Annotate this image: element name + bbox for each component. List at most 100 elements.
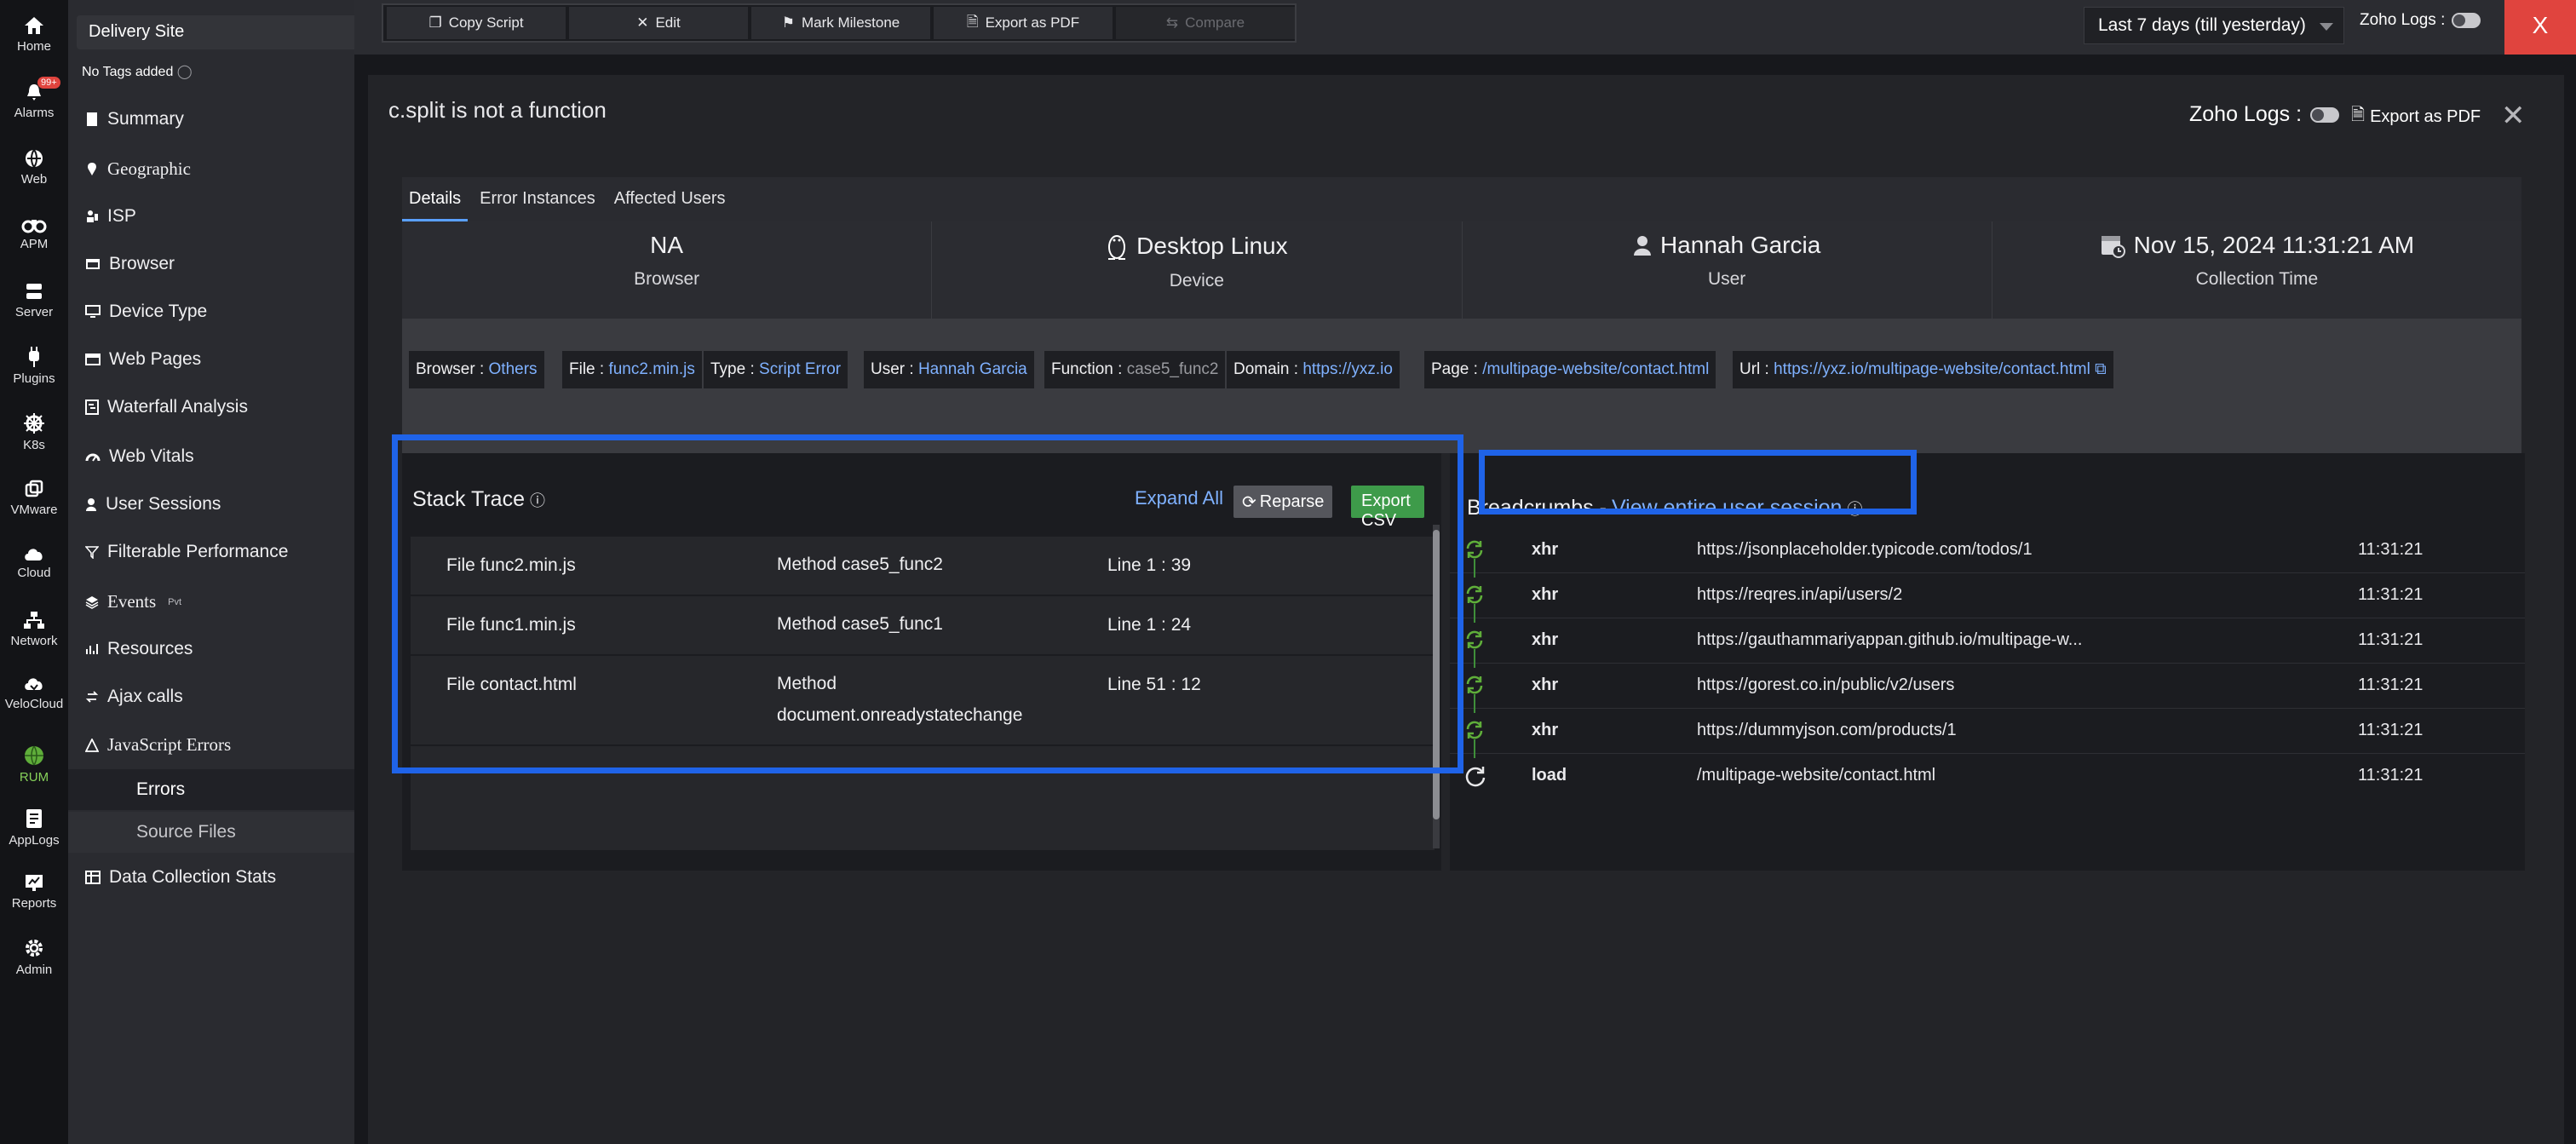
- rail-vmware[interactable]: VMware: [0, 479, 68, 517]
- compare-button[interactable]: ⇆ Compare: [1116, 7, 1295, 39]
- chip-type: Type : Script Error: [704, 351, 848, 388]
- events-private-tag: Pvt: [168, 596, 182, 607]
- close-icon[interactable]: ✕: [2501, 99, 2526, 133]
- sidebar-item-events[interactable]: Events Pvt: [85, 591, 409, 612]
- reload-icon: [1465, 767, 1486, 787]
- panel-export-pdf[interactable]: 🗎 Export as PDF: [2351, 102, 2481, 131]
- mark-milestone-button[interactable]: ⚑ Mark Milestone: [751, 7, 930, 39]
- rail-server[interactable]: Server: [0, 281, 68, 319]
- rail-applogs[interactable]: AppLogs: [0, 808, 68, 848]
- breadcrumb-row[interactable]: xhr https://gorest.co.in/public/v2/users…: [1450, 664, 2525, 713]
- alarm-count-badge: 99+: [37, 77, 60, 89]
- sidebar: Delivery Site No Tags added ◯ Summary Ge…: [68, 0, 411, 1144]
- home-icon: [25, 17, 43, 34]
- location-pin-icon: [88, 162, 96, 175]
- error-title: c.split is not a function: [388, 97, 607, 123]
- xhr-sync-icon: [1466, 540, 1483, 559]
- rum-globe-icon: [25, 745, 43, 766]
- compare-icon: ⇆: [1165, 14, 1179, 31]
- error-summary: NA Browser Desktop Linux Device Hannah G…: [402, 221, 2521, 319]
- rail-reports[interactable]: Reports: [0, 872, 68, 911]
- reports-icon: [26, 875, 43, 891]
- calendar-clock-icon: [2101, 236, 2125, 258]
- sidebar-item-isp[interactable]: ISP: [85, 206, 409, 227]
- chip-page: Page : /multipage-website/contact.html: [1424, 351, 1716, 388]
- vm-icon: [25, 480, 43, 497]
- gear-icon: [26, 940, 43, 957]
- rail-k8s[interactable]: K8s: [0, 412, 68, 452]
- flag-icon: ⚑: [781, 14, 795, 31]
- breadcrumb-row[interactable]: xhr https://dummyjson.com/products/1 11:…: [1450, 709, 2525, 758]
- zoho-logs-toggle-top[interactable]: Zoho Logs :: [2360, 11, 2481, 30]
- tags-row[interactable]: No Tags added ◯: [82, 63, 193, 80]
- sidebar-subitem-source-files[interactable]: Source Files: [68, 812, 354, 853]
- rail-velocloud[interactable]: VeloCloud: [0, 675, 68, 711]
- export-pdf-button[interactable]: 🗎 Export as PDF: [934, 7, 1113, 39]
- copy-script-button[interactable]: ❐ Copy Script: [387, 7, 566, 39]
- sidebar-item-ajax-calls[interactable]: Ajax calls: [85, 687, 409, 707]
- toggle-switch[interactable]: [2452, 13, 2481, 28]
- time-period-select[interactable]: Last 7 days (till yesterday): [2084, 7, 2344, 44]
- sidebar-item-web-pages[interactable]: Web Pages: [85, 349, 409, 370]
- zoho-logs-toggle[interactable]: Zoho Logs :: [2189, 102, 2340, 127]
- globe-icon: [26, 149, 43, 168]
- tab-affected-users[interactable]: Affected Users: [607, 177, 733, 221]
- error-attributes: Browser : Others File : func2.min.js Typ…: [402, 319, 2521, 453]
- sidebar-item-geographic[interactable]: Geographic: [85, 158, 409, 180]
- applogs-icon: [26, 809, 42, 828]
- chip-domain: Domain : https://yxz.io: [1227, 351, 1400, 388]
- breadcrumb-row[interactable]: xhr https://gauthammariyappan.github.io/…: [1450, 618, 2525, 668]
- xhr-sync-icon: [1466, 675, 1483, 694]
- rail-home[interactable]: Home: [0, 15, 68, 54]
- breadcrumb-row[interactable]: xhr https://jsonplaceholder.typicode.com…: [1450, 528, 2525, 578]
- toolbar: ❐ Copy Script ✕ Edit ⚑ Mark Milestone 🗎 …: [382, 3, 1297, 43]
- sidebar-item-browser[interactable]: Browser: [85, 254, 409, 274]
- rail-alarms[interactable]: 99+ Alarms: [0, 77, 68, 120]
- icon-rail: Home 99+ Alarms Web APM Server Plugins K…: [0, 0, 68, 1144]
- browser-icon: [86, 259, 100, 269]
- pdf-icon: 🗎: [966, 13, 979, 30]
- gauge-icon: [85, 453, 101, 462]
- sidebar-item-resources[interactable]: Resources: [85, 639, 409, 659]
- warning-icon: [85, 738, 99, 752]
- rail-web[interactable]: Web: [0, 148, 68, 187]
- edit-button[interactable]: ✕ Edit: [569, 7, 748, 39]
- summary-device: Desktop Linux Device: [932, 221, 1463, 319]
- tab-details[interactable]: Details: [402, 177, 469, 221]
- rail-admin[interactable]: Admin: [0, 937, 68, 977]
- sidebar-item-user-sessions[interactable]: User Sessions: [85, 494, 409, 515]
- sidebar-item-waterfall[interactable]: Waterfall Analysis: [85, 397, 409, 417]
- sidebar-item-device-type[interactable]: Device Type: [85, 302, 409, 322]
- chevron-down-icon: [2320, 23, 2333, 31]
- rail-apm[interactable]: APM: [0, 215, 68, 251]
- sidebar-item-web-vitals[interactable]: Web Vitals: [85, 446, 409, 467]
- pdf-icon: 🗎: [2351, 106, 2366, 124]
- tag-edit-icon[interactable]: ◯: [177, 65, 193, 79]
- web-page-icon: [85, 354, 101, 365]
- sidebar-item-javascript-errors[interactable]: JavaScript Errors: [85, 734, 409, 756]
- chip-user: User : Hannah Garcia: [864, 351, 1034, 388]
- filter-icon: [85, 546, 99, 559]
- rail-network[interactable]: Network: [0, 610, 68, 648]
- rail-rum[interactable]: RUM: [0, 744, 68, 785]
- xhr-sync-icon: [1466, 585, 1483, 604]
- edit-icon: ✕: [636, 14, 649, 31]
- toggle-switch[interactable]: [2310, 106, 2340, 123]
- breadcrumb-row[interactable]: load /multipage-website/contact.html 11:…: [1450, 754, 2525, 799]
- top-bar: ❐ Copy Script ✕ Edit ⚑ Mark Milestone 🗎 …: [354, 0, 2576, 55]
- sidebar-item-filterable-performance[interactable]: Filterable Performance: [85, 542, 409, 562]
- rail-plugins[interactable]: Plugins: [0, 346, 68, 386]
- tab-error-instances[interactable]: Error Instances: [473, 177, 602, 221]
- breadcrumbs-highlight: [1479, 450, 1917, 515]
- rail-cloud[interactable]: Cloud: [0, 545, 68, 580]
- xhr-sync-icon: [1466, 721, 1483, 739]
- velocloud-icon: [25, 678, 43, 691]
- sidebar-subitem-errors[interactable]: Errors: [68, 769, 354, 810]
- xhr-sync-icon: [1466, 630, 1483, 649]
- external-link-icon[interactable]: ⧉: [2095, 360, 2107, 378]
- close-button[interactable]: X: [2504, 0, 2576, 55]
- sidebar-item-data-collection-stats[interactable]: Data Collection Stats: [85, 867, 409, 888]
- breadcrumb-row[interactable]: xhr https://reqres.in/api/users/2 11:31:…: [1450, 573, 2525, 623]
- sidebar-item-summary[interactable]: Summary: [85, 109, 409, 129]
- plug-icon: [29, 347, 39, 367]
